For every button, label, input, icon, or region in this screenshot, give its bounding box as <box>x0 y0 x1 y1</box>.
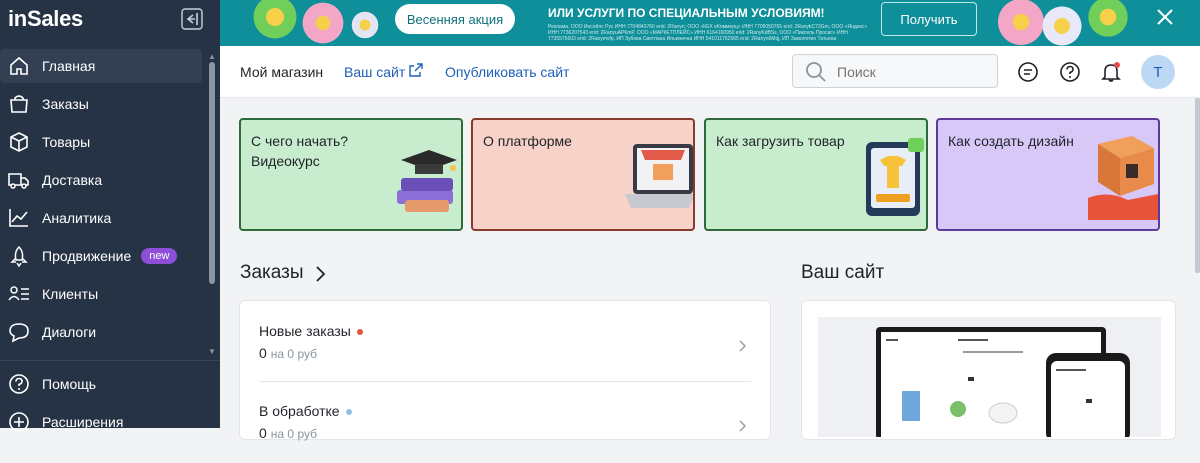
bag-icon <box>10 95 28 113</box>
flower-icon <box>300 0 346 46</box>
site-preview-card[interactable] <box>801 300 1176 443</box>
sidebar-item-label: Диалоги <box>42 324 97 340</box>
promo-fine-print: Реклама. ООО Инсейлс Рус ИНН 7704843760 … <box>548 24 867 42</box>
search-input[interactable] <box>837 62 987 82</box>
scroll-down-icon[interactable]: ▼ <box>208 347 216 356</box>
sidebar-item-label: Продвижение <box>42 248 132 264</box>
store-name: Мой магазин <box>240 64 324 80</box>
sidebar-item-dialogs[interactable]: Диалоги <box>0 315 202 349</box>
row-divider <box>259 381 751 382</box>
your-site-link[interactable]: Ваш сайт <box>344 64 405 80</box>
clients-icon <box>8 286 29 301</box>
order-status-label: Новые заказы <box>259 323 363 339</box>
orders-section-title[interactable]: Заказы <box>240 262 304 284</box>
get-offer-button[interactable]: Получить <box>881 2 977 36</box>
books-graduation-cap-icon <box>397 150 457 212</box>
sidebar-item-delivery[interactable]: Доставка <box>0 163 202 197</box>
hand-package-icon <box>1088 136 1158 220</box>
orders-title-text: Заказы <box>240 262 304 283</box>
order-count-value: 0 <box>259 425 267 441</box>
spring-promo-button[interactable]: Весенняя акция <box>395 4 515 34</box>
chevron-right-icon[interactable] <box>314 265 326 283</box>
sidebar-item-help[interactable]: Помощь <box>0 367 202 401</box>
search-icon <box>806 62 826 82</box>
box-icon <box>10 132 28 152</box>
card-about-platform[interactable]: О платформе <box>471 118 695 231</box>
home-icon <box>10 56 28 75</box>
truck-icon <box>8 173 29 189</box>
flower-icon <box>1040 4 1084 46</box>
orders-card: Новые заказы 0 на 0 руб В обработке 0 на 0… <box>239 300 771 441</box>
sidebar-item-label: Заказы <box>42 96 89 112</box>
site-section-title: Ваш сайт <box>801 262 885 283</box>
flower-icon <box>250 0 300 42</box>
order-row-processing[interactable]: В обработке 0 на 0 руб <box>240 403 770 463</box>
chart-icon <box>9 209 28 227</box>
site-preview <box>818 317 1161 443</box>
help-icon[interactable] <box>1059 61 1081 83</box>
sidebar-item-label: Клиенты <box>42 286 99 302</box>
sidebar-item-label: Аналитика <box>42 210 112 226</box>
sidebar-item-label: Помощь <box>42 376 97 392</box>
card-title: Как загрузить товар <box>716 133 845 149</box>
external-link-icon[interactable] <box>408 62 424 78</box>
chat-icon <box>9 323 29 343</box>
site-preview-mockup <box>876 327 1130 443</box>
page-scrollbar[interactable] <box>1195 98 1200 273</box>
avatar[interactable]: Т <box>1141 55 1175 89</box>
sidebar-scroll-thumb[interactable] <box>209 62 215 284</box>
close-banner-icon[interactable] <box>1154 6 1176 28</box>
top-header: Мой магазин Ваш сайт Опубликовать сайт Т <box>220 46 1200 98</box>
sidebar-item-promotion[interactable]: Продвижение new <box>0 239 202 273</box>
status-dot <box>345 409 352 416</box>
collapse-sidebar-icon[interactable] <box>181 8 203 30</box>
flower-icon <box>350 10 380 40</box>
sidebar-item-home[interactable]: Главная <box>0 49 202 83</box>
sidebar-item-label: Доставка <box>42 172 103 188</box>
promo-banner: Весенняя акция ИЛИ УСЛУГИ ПО СПЕЦИАЛЬНЫМ… <box>220 0 1200 46</box>
status-dot <box>356 329 363 336</box>
card-title: Как создать дизайн <box>948 133 1074 149</box>
card-create-design[interactable]: Как создать дизайн <box>936 118 1160 231</box>
extensions-icon <box>9 412 29 432</box>
phone-tshirt-icon <box>866 138 924 216</box>
new-badge: new <box>141 248 178 264</box>
sidebar-item-clients[interactable]: Клиенты <box>0 277 202 311</box>
order-status-label: В обработке <box>259 403 352 419</box>
promo-title: ИЛИ УСЛУГИ ПО СПЕЦИАЛЬНЫМ УСЛОВИЯМ! <box>548 6 825 20</box>
order-count: 0 на 0 руб <box>259 345 317 361</box>
scroll-up-icon[interactable]: ▲ <box>208 52 216 61</box>
sidebar-divider <box>0 360 220 361</box>
order-row-new[interactable]: Новые заказы 0 на 0 руб <box>240 323 770 383</box>
card-title: О платформе <box>483 133 572 149</box>
publish-site-link[interactable]: Опубликовать сайт <box>445 64 569 80</box>
order-amount: на 0 руб <box>270 427 317 441</box>
sidebar-item-products[interactable]: Товары <box>0 125 202 159</box>
messages-icon[interactable] <box>1017 61 1039 83</box>
sidebar: inSales Главная Заказы Товары Доставка А… <box>0 0 220 432</box>
card-title: С чего начать? Видеокурс <box>251 133 349 169</box>
order-amount: на 0 руб <box>270 347 317 361</box>
sidebar-item-label: Главная <box>42 58 96 74</box>
order-count: 0 на 0 руб <box>259 425 317 441</box>
card-upload-product[interactable]: Как загрузить товар <box>704 118 928 231</box>
sidebar-item-label: Товары <box>42 134 91 150</box>
order-status-text: В обработке <box>259 403 340 419</box>
order-status-text: Новые заказы <box>259 323 351 339</box>
laptop-store-icon <box>625 144 693 208</box>
chevron-right-icon[interactable] <box>736 339 748 353</box>
search-box[interactable] <box>792 54 998 88</box>
app-logo[interactable]: inSales <box>8 6 83 32</box>
order-count-value: 0 <box>259 345 267 361</box>
flower-icon <box>1085 0 1131 40</box>
card-getting-started[interactable]: С чего начать? Видеокурс <box>239 118 463 231</box>
help-icon <box>9 374 29 394</box>
notification-dot <box>1114 62 1120 68</box>
sidebar-item-orders[interactable]: Заказы <box>0 87 202 121</box>
sidebar-item-analytics[interactable]: Аналитика <box>0 201 202 235</box>
sidebar-item-extensions[interactable]: Расширения <box>0 405 202 439</box>
rocket-icon <box>10 245 28 267</box>
chevron-right-icon[interactable] <box>736 419 748 433</box>
